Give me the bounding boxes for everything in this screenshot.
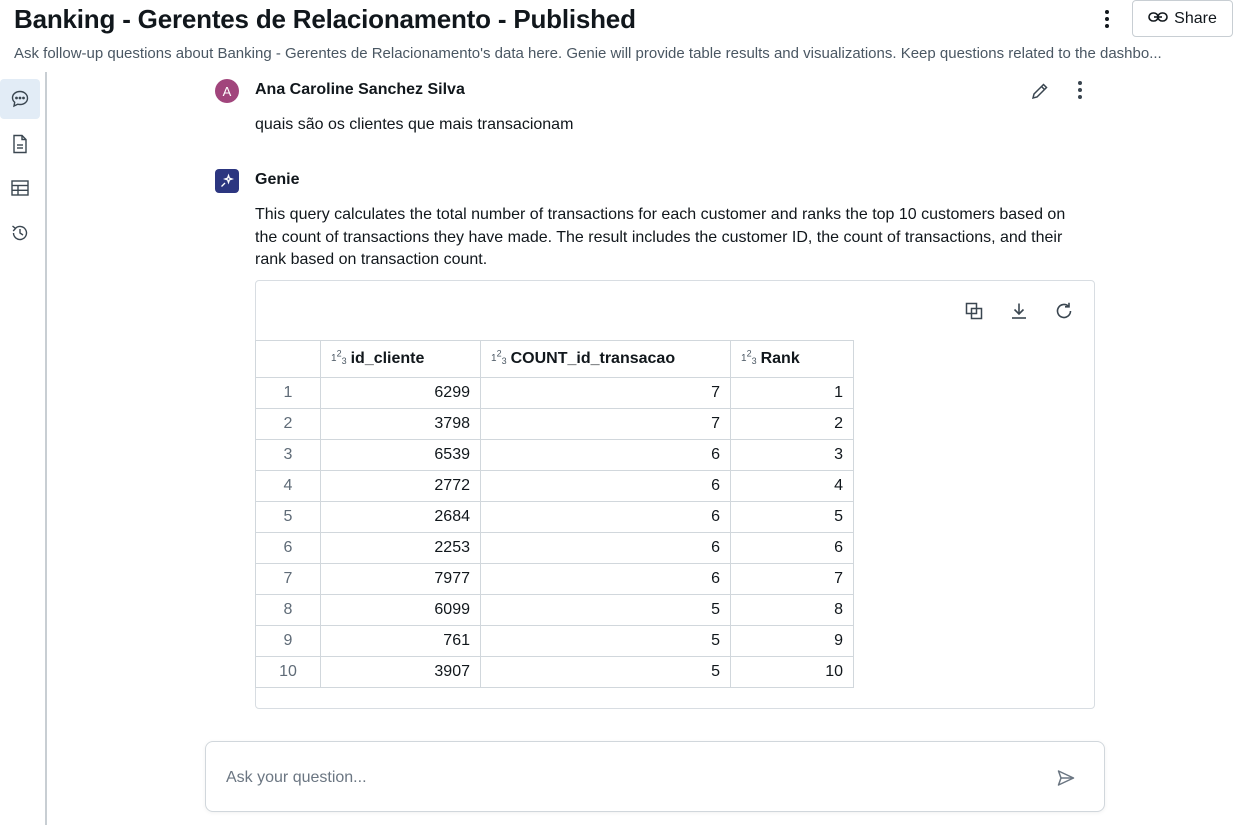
cell-count: 6 <box>480 501 731 533</box>
cell-count: 7 <box>480 408 731 440</box>
table-row[interactable]: 1 6299 7 1 <box>255 377 854 409</box>
cell-rank: 6 <box>730 532 854 564</box>
download-icon[interactable] <box>1008 300 1030 322</box>
copy-icon[interactable] <box>963 300 985 322</box>
message-more-icon[interactable] <box>1068 78 1092 102</box>
cell-id-cliente: 2684 <box>320 501 481 533</box>
result-card: 123 id_cliente 123 COUNT_id_transacao 123 R… <box>255 280 1095 709</box>
row-index: 6 <box>255 532 321 564</box>
table-row[interactable]: 10 3907 5 10 <box>255 656 854 688</box>
numeric-type-icon: 123 <box>331 348 347 367</box>
ask-box <box>205 741 1105 812</box>
table-row[interactable]: 7 7977 6 7 <box>255 563 854 595</box>
column-header-rank[interactable]: 123 Rank <box>730 340 854 378</box>
user-question: quais são os clientes que mais transacio… <box>255 116 574 133</box>
genie-description: This query calculates the total number o… <box>255 206 1066 268</box>
more-options-icon[interactable] <box>1094 6 1120 32</box>
cell-id-cliente: 3798 <box>320 408 481 440</box>
table-row[interactable]: 8 6099 5 8 <box>255 594 854 626</box>
table-row[interactable]: 3 6539 6 3 <box>255 439 854 471</box>
table-row[interactable]: 5 2684 6 5 <box>255 501 854 533</box>
link-icon <box>1148 10 1168 28</box>
cell-count: 6 <box>480 532 731 564</box>
cell-rank: 3 <box>730 439 854 471</box>
cell-count: 5 <box>480 625 731 657</box>
cell-id-cliente: 6099 <box>320 594 481 626</box>
cell-rank: 9 <box>730 625 854 657</box>
refresh-icon[interactable] <box>1053 300 1075 322</box>
cell-rank: 1 <box>730 377 854 409</box>
left-rail <box>0 72 47 825</box>
share-button[interactable]: Share <box>1132 0 1233 37</box>
cell-count: 5 <box>480 656 731 688</box>
table-row[interactable]: 2 3798 7 2 <box>255 408 854 440</box>
row-index: 10 <box>255 656 321 688</box>
cell-id-cliente: 6299 <box>320 377 481 409</box>
message-author: Ana Caroline Sanchez Silva <box>255 81 465 98</box>
cell-id-cliente: 2772 <box>320 470 481 502</box>
cell-count: 7 <box>480 377 731 409</box>
top-bar: Banking - Gerentes de Relacionamento - P… <box>0 0 1239 72</box>
cell-id-cliente: 7977 <box>320 563 481 595</box>
cell-id-cliente: 2253 <box>320 532 481 564</box>
numeric-type-icon: 123 <box>741 348 757 367</box>
question-input[interactable] <box>226 766 1026 790</box>
cell-count: 6 <box>480 470 731 502</box>
user-avatar: A <box>215 79 239 103</box>
cell-count: 6 <box>480 563 731 595</box>
share-label: Share <box>1174 9 1217 27</box>
cell-count: 6 <box>480 439 731 471</box>
column-header-id-cliente[interactable]: 123 id_cliente <box>320 340 481 378</box>
row-index: 8 <box>255 594 321 626</box>
row-index: 2 <box>255 408 321 440</box>
table-row[interactable]: 6 2253 6 6 <box>255 532 854 564</box>
table-row[interactable]: 9 761 5 9 <box>255 625 854 657</box>
cell-id-cliente: 6539 <box>320 439 481 471</box>
document-icon[interactable] <box>0 124 40 164</box>
genie-sparkle-icon <box>215 169 239 193</box>
send-icon[interactable] <box>1054 766 1078 790</box>
cell-rank: 5 <box>730 501 854 533</box>
page-title: Banking - Gerentes de Relacionamento - P… <box>14 4 636 34</box>
cell-id-cliente: 761 <box>320 625 481 657</box>
cell-rank: 4 <box>730 470 854 502</box>
index-header <box>255 340 321 378</box>
page-subtitle: Ask follow-up questions about Banking - … <box>14 45 1162 62</box>
table-header-row: 123 id_cliente 123 COUNT_id_transacao 123 R… <box>255 340 854 378</box>
row-index: 3 <box>255 439 321 471</box>
row-index: 4 <box>255 470 321 502</box>
table-row[interactable]: 4 2772 6 4 <box>255 470 854 502</box>
pencil-icon[interactable] <box>1028 79 1052 103</box>
numeric-type-icon: 123 <box>491 348 507 367</box>
row-index: 7 <box>255 563 321 595</box>
results-table: 123 id_cliente 123 COUNT_id_transacao 123 R… <box>255 340 854 688</box>
cell-rank: 8 <box>730 594 854 626</box>
cell-rank: 7 <box>730 563 854 595</box>
row-index: 9 <box>255 625 321 657</box>
history-icon[interactable] <box>0 213 40 253</box>
genie-name: Genie <box>255 171 300 188</box>
table-icon[interactable] <box>0 168 40 208</box>
row-index: 5 <box>255 501 321 533</box>
chat-icon[interactable] <box>0 79 40 119</box>
cell-rank: 10 <box>730 656 854 688</box>
cell-rank: 2 <box>730 408 854 440</box>
row-index: 1 <box>255 377 321 409</box>
column-header-count[interactable]: 123 COUNT_id_transacao <box>480 340 731 378</box>
cell-count: 5 <box>480 594 731 626</box>
cell-id-cliente: 3907 <box>320 656 481 688</box>
